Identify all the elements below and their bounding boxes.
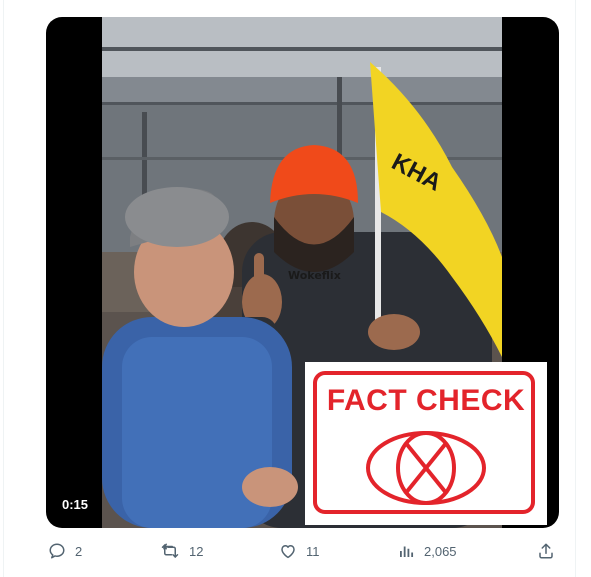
fact-check-label: FACT CHECK: [326, 384, 526, 417]
reply-button[interactable]: 2: [48, 536, 82, 566]
retweet-button[interactable]: 12: [160, 536, 203, 566]
video-watermark: Wokeflix: [288, 269, 341, 282]
like-count: 11: [306, 543, 320, 559]
share-button[interactable]: [537, 536, 555, 566]
like-button[interactable]: 11: [279, 536, 320, 566]
timeline-left-border: [3, 0, 4, 577]
x-circle-icon: [366, 431, 486, 505]
views-icon: [400, 546, 414, 557]
retweet-icon: [161, 543, 179, 558]
reply-icon: [49, 543, 65, 559]
views-button[interactable]: 2,065: [397, 536, 457, 566]
heart-icon: [281, 545, 295, 559]
tweet-action-bar: 2 12 11 2,065: [0, 536, 591, 566]
views-count: 2,065: [424, 543, 457, 559]
reply-count: 2: [75, 543, 83, 559]
video-duration-badge: 0:15: [58, 495, 93, 514]
retweet-count: 12: [189, 543, 204, 559]
fact-check-stamp: FACT CHECK: [305, 362, 547, 525]
timeline-right-border: [575, 0, 576, 577]
share-icon: [539, 543, 553, 559]
